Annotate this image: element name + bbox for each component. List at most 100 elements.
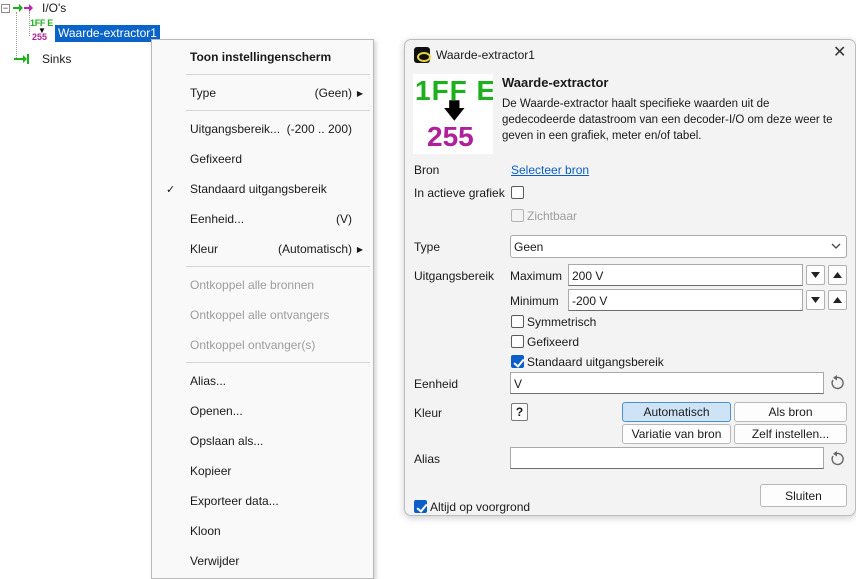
zichtbaar-label: Zichtbaar [527,209,578,223]
help-button[interactable]: ? [511,403,528,421]
maximum-decrement-button[interactable] [806,265,825,285]
tree-node-ios[interactable]: − I/O's [1,0,66,16]
chevron-down-icon [831,243,841,249]
triangle-up-icon [833,272,842,278]
eenheid-input[interactable]: V [510,372,824,394]
menu-separator [186,266,370,267]
menu-item-value: (V) [336,212,352,226]
triangle-down-icon [811,272,820,278]
dialog-titlebar[interactable]: Waarde-extractor1 ✕ [405,40,855,70]
reset-icon[interactable] [828,450,846,468]
menu-item-uitgangsbereik[interactable]: Uitgangsbereik... (-200 .. 200) [152,118,373,140]
menu-item-ontkoppel-ontvangers[interactable]: Ontkoppel ontvanger(s) [152,334,373,356]
checkmark-icon: ✓ [166,183,176,196]
close-icon[interactable]: ✕ [833,45,846,61]
menu-item-alias[interactable]: Alias... [152,370,373,392]
dialog-heading: Waarde-extractor [502,75,609,90]
menu-item-kloon[interactable]: Kloon [152,520,373,542]
active-graph-checkbox[interactable] [511,186,524,199]
menu-item-value: (-200 .. 200) [286,122,352,136]
value-extractor-icon-large: 1FF E 🡇 255 [413,74,493,154]
mini-icon-value: 255 [32,32,48,42]
always-on-top-label: Altijd op voorgrond [430,500,531,514]
sluiten-button[interactable]: Sluiten [760,484,847,507]
menu-item-type[interactable]: Type (Geen) ▶ [152,82,373,104]
menu-item-label: Standaard uitgangsbereik [190,182,327,196]
minimum-increment-button[interactable] [828,290,847,310]
variatie-van-bron-button[interactable]: Variatie van bron [622,424,731,444]
menu-item-ontkoppel-alle-bronnen[interactable]: Ontkoppel alle bronnen [152,274,373,296]
minimum-label: Minimum [510,294,559,308]
menu-item-gefixeerd[interactable]: Gefixeerd [152,148,373,170]
symmetrisch-label: Symmetrisch [527,315,597,329]
type-label: Type [414,240,441,254]
maximum-input[interactable]: 200 V [568,264,803,286]
tree-node-waarde-extractor1[interactable]: Waarde-extractor1 [55,24,160,42]
menu-item-label: Alias... [190,374,227,388]
menu-item-exporteer-data[interactable]: Exporteer data... [152,490,373,512]
tree-label-sinks: Sinks [42,52,72,66]
alias-label: Alias [414,452,441,466]
tree-node-sinks[interactable]: Sinks [14,51,71,67]
maximum-label: Maximum [510,269,563,283]
menu-item-ontkoppel-alle-ontvangers[interactable]: Ontkoppel alle ontvangers [152,304,373,326]
triangle-up-icon [833,297,842,303]
eenheid-value: V [514,377,523,391]
automatisch-button[interactable]: Automatisch [622,402,731,422]
menu-separator [186,110,370,111]
menu-item-toon-instellingenscherm[interactable]: Toon instellingenscherm [152,46,373,68]
menu-item-label: Toon instellingenscherm [190,50,332,64]
submenu-arrow-icon: ▶ [356,88,363,98]
standaard-range-checkbox[interactable] [511,355,524,368]
settings-dialog: Waarde-extractor1 ✕ 1FF E 🡇 255 Waarde-e… [404,39,856,516]
dialog-description: De Waarde-extractor haalt specifieke waa… [502,98,833,142]
menu-item-label: Verwijder [190,554,240,568]
gefixeerd-checkbox[interactable] [511,335,524,348]
menu-item-kleur[interactable]: Kleur (Automatisch) ▶ [152,238,373,260]
menu-item-label: Kleur [190,242,219,256]
type-select[interactable]: Geen [510,235,847,258]
zichtbaar-checkbox[interactable] [511,209,524,222]
reset-icon[interactable] [828,374,846,392]
menu-item-label: Exporteer data... [190,494,279,508]
menu-separator [186,362,370,363]
menu-item-label: Kloon [190,524,221,538]
menu-item-label: Ontkoppel alle bronnen [190,278,315,292]
collapse-expander-icon[interactable]: − [1,3,10,13]
menu-item-kopieer[interactable]: Kopieer [152,460,373,482]
minimum-decrement-button[interactable] [806,290,825,310]
tree-label-ios: I/O's [42,1,67,15]
submenu-arrow-icon: ▶ [356,244,363,254]
minimum-input[interactable]: -200 V [568,289,803,311]
menu-item-label: Gefixeerd [190,152,243,166]
alias-input[interactable] [510,447,824,469]
menu-item-label: Type [190,86,217,100]
menu-item-opslaan-als[interactable]: Opslaan als... [152,430,373,452]
menu-item-standaard-uitgangsbereik[interactable]: ✓ Standaard uitgangsbereik [152,178,373,200]
menu-item-verwijder[interactable]: Verwijder [152,550,373,572]
als-bron-button[interactable]: Als bron [734,402,847,422]
menu-item-label: Openen... [190,404,243,418]
standaard-range-label: Standaard uitgangsbereik [527,355,664,369]
triangle-down-icon [811,297,820,303]
always-on-top-checkbox[interactable] [414,500,427,513]
icon-value-text: 255 [427,121,474,152]
menu-item-openen[interactable]: Openen... [152,400,373,422]
tree-label-selected: Waarde-extractor1 [55,24,160,42]
minimum-value: -200 V [572,294,608,308]
context-menu: Toon instellingenscherm Type (Geen) ▶ Ui… [151,39,374,579]
maximum-increment-button[interactable] [828,265,847,285]
menu-item-value: (Geen) [314,86,352,100]
menu-item-label: Ontkoppel ontvanger(s) [190,338,316,352]
menu-separator [186,74,370,75]
kleur-label: Kleur [414,406,443,420]
select-source-link[interactable]: Selecteer bron [511,163,589,177]
zelf-instellen-button[interactable]: Zelf instellen... [734,424,847,444]
menu-item-value: (Automatisch) [277,242,352,256]
bron-label: Bron [414,163,440,177]
symmetrisch-checkbox[interactable] [511,315,524,328]
down-arrow-icon: 🡇 [443,98,466,123]
menu-item-eenheid[interactable]: Eenheid... (V) [152,208,373,230]
menu-item-label: Uitgangsbereik... [190,122,281,136]
io-arrows-icon [13,4,33,12]
